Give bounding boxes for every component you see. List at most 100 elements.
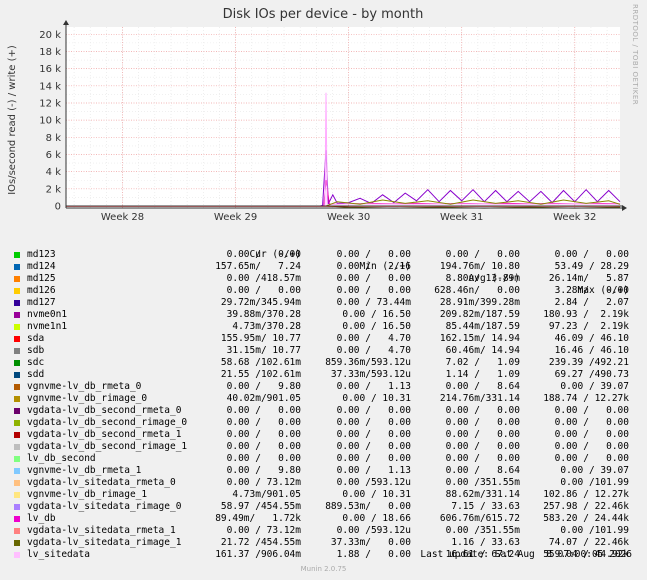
legend-cur: 89.49m/ 1.72k (215, 513, 301, 524)
legend-min: 0.00 / 18.66 (342, 513, 411, 524)
legend-cur: 0.00 / 0.00 (226, 417, 301, 428)
legend-row: nvme0n1 39.88m/370.28 0.00 / 16.50 209.82m/… (10, 309, 640, 321)
y-tick-label: 16 k (39, 64, 61, 75)
legend-min: 0.00 / 4.70 (336, 345, 411, 356)
legend-swatch (14, 312, 20, 318)
legend-avg: 28.91m/399.28m (439, 297, 520, 308)
legend-max: 0.00 / 0.00 (554, 429, 629, 440)
legend-min: 0.00 / 1.13 (336, 381, 411, 392)
legend-swatch (14, 360, 20, 366)
legend-avg: 606.76m/615.72 (439, 513, 520, 524)
legend-cur: 0.00 / 0.00 (226, 441, 301, 452)
legend-min: 0.00 / 16.50 (342, 321, 411, 332)
legend-avg: 0.00 / 8.64 (445, 465, 520, 476)
legend-avg: 0.00 / 0.00 (445, 417, 520, 428)
legend-swatch (14, 384, 20, 390)
legend-name: sdd (27, 369, 45, 380)
legend-row: vgnvme-lv_db_rimage_0 40.02m/901.05 0.00 /… (10, 393, 640, 405)
legend-row: vgdata-lv_sitedata_rimage_1 21.72 /454.55… (10, 537, 640, 549)
legend-name: lv_sitedata (27, 549, 90, 560)
legend-cur: 31.15m/ 10.77 (226, 345, 301, 356)
legend-name: md124 (27, 261, 56, 272)
legend-name: md127 (27, 297, 56, 308)
legend-swatch (14, 420, 20, 426)
last-update: Last update: Sat Aug 8 07:00:05 2026 (420, 549, 632, 560)
x-tick-label: Week 32 (553, 212, 596, 223)
legend-swatch (14, 492, 20, 498)
legend-min: 0.00 / 16.50 (342, 309, 411, 320)
legend-max: 97.23 / 2.19k (548, 321, 629, 332)
legend-avg: 1.16 / 33.63 (451, 537, 520, 548)
legend-min: 0.00 / 1.13 (336, 465, 411, 476)
legend-min: 0.00 /593.12u (336, 477, 411, 488)
legend-row: vgdata-lv_sitedata_rmeta_1 0.00 / 73.12m 0… (10, 525, 640, 537)
y-tick-label: 20 k (39, 30, 61, 41)
legend-row: md125 0.00 /418.57m 0.00 / 0.00 8.80u/ 13.8… (10, 273, 640, 285)
legend-swatch (14, 504, 20, 510)
legend-min: 0.00 / 4.70 (336, 333, 411, 344)
legend-row: vgnvme-lv_db_rimage_1 4.73m/901.05 0.00 / … (10, 489, 640, 501)
chart-title: Disk IOs per device - by month (223, 7, 424, 22)
legend-swatch (14, 324, 20, 330)
legend-min: 889.53m/ 0.00 (325, 501, 411, 512)
legend-max: 53.49 / 28.29 (554, 261, 629, 272)
legend-max: 180.93 / 2.19k (543, 309, 629, 320)
legend-cur: 58.68 /102.61m (220, 357, 301, 368)
legend-max: 0.00 / 0.00 (554, 441, 629, 452)
legend-max: 0.00 / 39.07 (560, 465, 629, 476)
legend-name: vgdata-lv_sitedata_rimage_1 (27, 537, 182, 548)
legend-max: 74.07 / 22.46k (548, 537, 629, 548)
legend-name: vgdata-lv_db_second_rmeta_1 (27, 429, 182, 440)
legend-swatch (14, 372, 20, 378)
legend-row: vgdata-lv_db_second_rmeta_1 0.00 / 0.00 0.… (10, 429, 640, 441)
legend-row: vgdata-lv_db_second_rimage_0 0.00 / 0.00 0… (10, 417, 640, 429)
legend-name: sda (27, 333, 45, 344)
y-tick-label: 10 k (39, 116, 61, 127)
legend-swatch (14, 252, 20, 258)
chart-area: Disk IOs per device - by month IOs/secon… (7, 7, 627, 223)
legend-avg: 0.00 / 0.00 (445, 405, 520, 416)
legend-avg: 0.00 / 0.00 (445, 453, 520, 464)
legend-min: 859.36m/593.12u (325, 357, 411, 368)
legend-name: vgdata-lv_sitedata_rmeta_1 (27, 525, 176, 536)
legend-cur: 40.02m/901.05 (226, 393, 301, 404)
legend-avg: 7.02 / 1.09 (445, 357, 520, 368)
legend-max: 583.20 / 24.44k (543, 513, 629, 524)
legend-avg: 0.00 / 0.00 (445, 249, 520, 260)
legend-min: 0.00 / 0.00 (336, 285, 411, 296)
legend-cur: 0.00 / 0.00 (226, 285, 301, 296)
legend-row: vgdata-lv_db_second_rimage_1 0.00 / 0.00 0… (10, 441, 640, 453)
legend-min: 37.33m/593.12u (330, 369, 411, 380)
legend-name: md123 (27, 249, 56, 260)
legend-avg: 85.44m/187.59 (445, 321, 520, 332)
legend-swatch (14, 396, 20, 402)
legend-name: md126 (27, 285, 56, 296)
legend-avg: 214.76m/331.14 (439, 393, 520, 404)
legend-min: 37.33m/ 0.00 (330, 537, 411, 548)
legend-min: 0.00 / 10.31 (342, 489, 411, 500)
legend-max: 0.00 / 0.00 (554, 453, 629, 464)
legend-avg: 162.15m/ 14.94 (439, 333, 520, 344)
legend-row: sdb 31.15m/ 10.77 0.00 / 4.70 60.46m/ 14.94… (10, 345, 640, 357)
legend-min: 0.00 / 0.00 (336, 417, 411, 428)
legend-cur: 0.00 /418.57m (226, 273, 301, 284)
legend-avg: 194.76m/ 10.80 (439, 261, 520, 272)
legend-name: lv_db_second (27, 453, 96, 464)
legend-cur: 39.88m/370.28 (226, 309, 301, 320)
y-tick-label: 4 k (46, 167, 62, 178)
legend-max: 0.00 / 0.00 (554, 249, 629, 260)
legend-swatch (14, 528, 20, 534)
legend-swatch (14, 276, 20, 282)
legend-cur: 21.72 /454.55m (220, 537, 301, 548)
legend-max: 188.74 / 12.27k (543, 393, 629, 404)
legend-row: vgdata-lv_sitedata_rmeta_0 0.00 / 73.12m 0… (10, 477, 640, 489)
legend-name: vgdata-lv_db_second_rimage_0 (27, 417, 188, 428)
legend-cur: 157.65m/ 7.24 (215, 261, 301, 272)
legend-avg: 88.62m/331.14 (445, 489, 520, 500)
legend-cur: 0.00 / 0.00 (226, 453, 301, 464)
legend-min: 0.00 / 10.31 (342, 393, 411, 404)
legend-row: sdc 58.68 /102.61m 859.36m/593.12u 7.02 / 1… (10, 357, 640, 369)
legend-avg: 628.46n/ 0.00 (434, 285, 520, 296)
rrdtool-credit: RRDTOOL / TOBI OETIKER (631, 4, 639, 106)
legend-table: Cur (-/+) Min (-/+) Avg (-/+) Max (-/+) … (10, 237, 640, 561)
